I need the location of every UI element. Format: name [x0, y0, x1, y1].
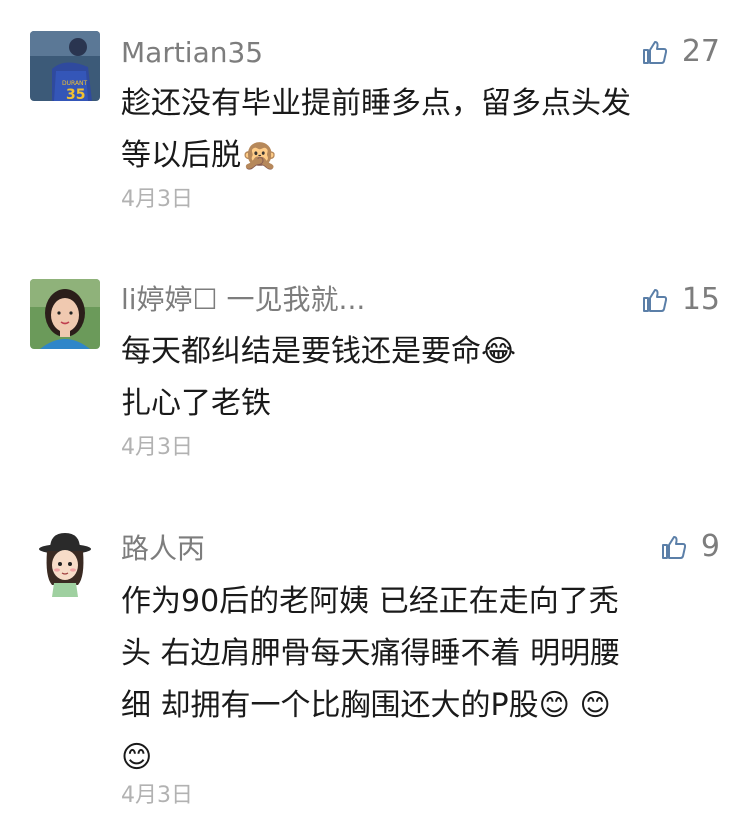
- avatar[interactable]: [30, 527, 100, 597]
- comment-line: 等以后脱🙊: [121, 138, 279, 173]
- avatar[interactable]: DURANT 35: [30, 31, 100, 101]
- like-count: 15: [681, 282, 720, 317]
- like-count: 9: [700, 529, 720, 564]
- smile-emoji-icon: 😊 😊: [538, 688, 611, 723]
- thumbs-up-icon: [642, 41, 667, 64]
- comment-text: 趁还没有毕业提前睡多点，留多点头发 等以后脱🙊: [121, 78, 721, 182]
- like-count: 27: [681, 34, 720, 69]
- comment-text: 作为90后的老阿姨 已经正在走向了秃 头 右边肩胛骨每天痛得睡不着 明明腰 细 …: [121, 576, 721, 784]
- comment-author[interactable]: li婷婷☐ 一见我就...: [121, 280, 365, 320]
- comment-line: 作为90后的老阿姨 已经正在走向了秃: [121, 584, 619, 619]
- smile-emoji-icon: 😊: [121, 740, 153, 775]
- comment-line: 每天都纠结是要钱还是要命😂: [121, 334, 517, 369]
- comment-date: 4月3日: [121, 435, 193, 460]
- comment-date: 4月3日: [121, 783, 193, 808]
- comment-author[interactable]: 路人丙: [121, 529, 205, 569]
- comment-line: 头 右边肩胛骨每天痛得睡不着 明明腰: [121, 636, 621, 671]
- monkey-emoji-icon: 🙊: [241, 138, 279, 173]
- tears-of-joy-emoji-icon: 😂: [481, 334, 517, 369]
- like-button[interactable]: 9: [661, 527, 720, 567]
- like-button[interactable]: 27: [642, 32, 720, 72]
- svg-text:DURANT: DURANT: [62, 80, 88, 87]
- basketball-player-avatar-icon: DURANT 35: [30, 31, 100, 101]
- thumbs-up-icon: [642, 289, 667, 312]
- comment-text: 每天都纠结是要钱还是要命😂 扎心了老铁: [121, 326, 721, 430]
- like-button[interactable]: 15: [642, 280, 720, 320]
- comment-line: 细 却拥有一个比胸围还大的P股😊 😊: [121, 688, 611, 723]
- comment-line: 趁还没有毕业提前睡多点，留多点头发: [121, 86, 631, 121]
- woman-photo-avatar-icon: [30, 279, 100, 349]
- comment-line: 😊: [121, 732, 721, 784]
- cartoon-girl-hat-avatar-icon: [30, 527, 100, 597]
- svg-text:35: 35: [66, 87, 85, 101]
- avatar[interactable]: [30, 279, 100, 349]
- thumbs-up-icon: [661, 536, 686, 559]
- comment-line: 扎心了老铁: [121, 386, 271, 421]
- comment-author[interactable]: Martian35: [121, 33, 263, 73]
- comment-date: 4月3日: [121, 187, 193, 212]
